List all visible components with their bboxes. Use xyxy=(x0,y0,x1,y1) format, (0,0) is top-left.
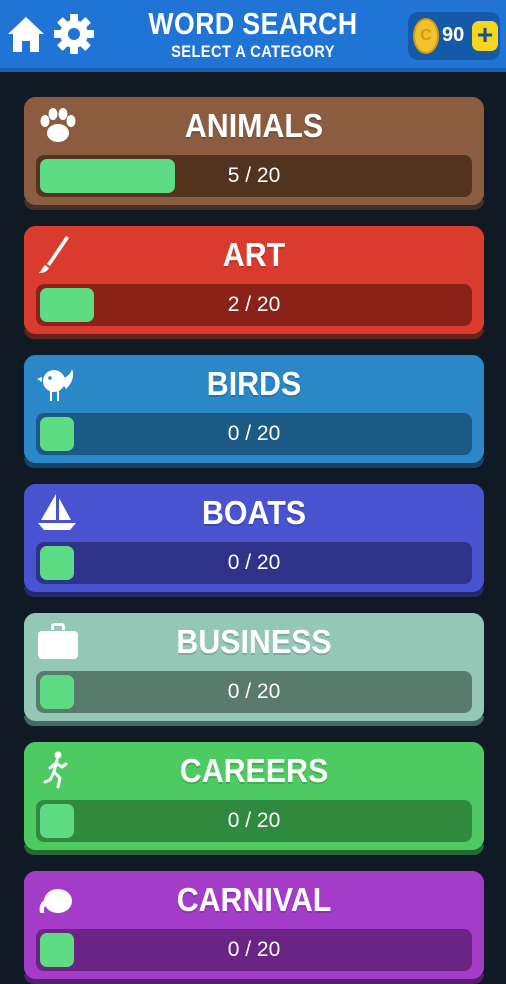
progress-bar: 0 / 20 xyxy=(36,929,472,971)
progress-bar: 2 / 20 xyxy=(36,284,472,326)
progress-bar: 0 / 20 xyxy=(36,413,472,455)
progress-text: 0 / 20 xyxy=(227,551,281,574)
progress-bar: 0 / 20 xyxy=(36,671,472,713)
progress-bar: 0 / 20 xyxy=(36,542,472,584)
category-card-business[interactable]: BUSINESS 0 / 20 xyxy=(24,613,484,726)
category-card-art[interactable]: ART 2 / 20 xyxy=(24,226,484,339)
category-card-boats[interactable]: BOATS 0 / 20 xyxy=(24,484,484,597)
top-bar: WORD SEARCH SELECT A CATEGORY C 90 + xyxy=(0,0,506,72)
app-title: WORD SEARCH xyxy=(148,6,358,41)
category-card-careers[interactable]: CAREERS 0 / 20 xyxy=(24,742,484,855)
category-name: ANIMALS xyxy=(184,107,324,144)
category-card-birds[interactable]: BIRDS 0 / 20 xyxy=(24,355,484,468)
app-subtitle: SELECT A CATEGORY xyxy=(171,42,335,61)
category-card-carnival[interactable]: CARNIVAL 0 / 20 xyxy=(24,871,484,984)
progress-text: 0 / 20 xyxy=(227,938,281,961)
progress-bar: 5 / 20 xyxy=(36,155,472,197)
category-name: BUSINESS xyxy=(176,623,332,660)
progress-text: 0 / 20 xyxy=(227,422,281,445)
coin-balance: C 90 + xyxy=(408,12,500,60)
category-name: CARNIVAL xyxy=(176,881,332,918)
progress-text: 0 / 20 xyxy=(227,809,281,832)
coin-count: 90 xyxy=(442,24,465,46)
progress-text: 0 / 20 xyxy=(227,680,281,703)
category-name: ART xyxy=(222,236,286,273)
category-name: BOATS xyxy=(201,494,307,531)
category-card-animals[interactable]: ANIMALS 5 / 20 xyxy=(24,97,484,210)
plus-icon[interactable]: + xyxy=(472,21,498,51)
category-name: BIRDS xyxy=(206,365,302,402)
coin-icon: C xyxy=(413,18,439,54)
progress-bar: 0 / 20 xyxy=(36,800,472,842)
progress-text: 2 / 20 xyxy=(227,293,281,316)
progress-text: 5 / 20 xyxy=(227,164,281,187)
category-name: CAREERS xyxy=(179,752,329,789)
